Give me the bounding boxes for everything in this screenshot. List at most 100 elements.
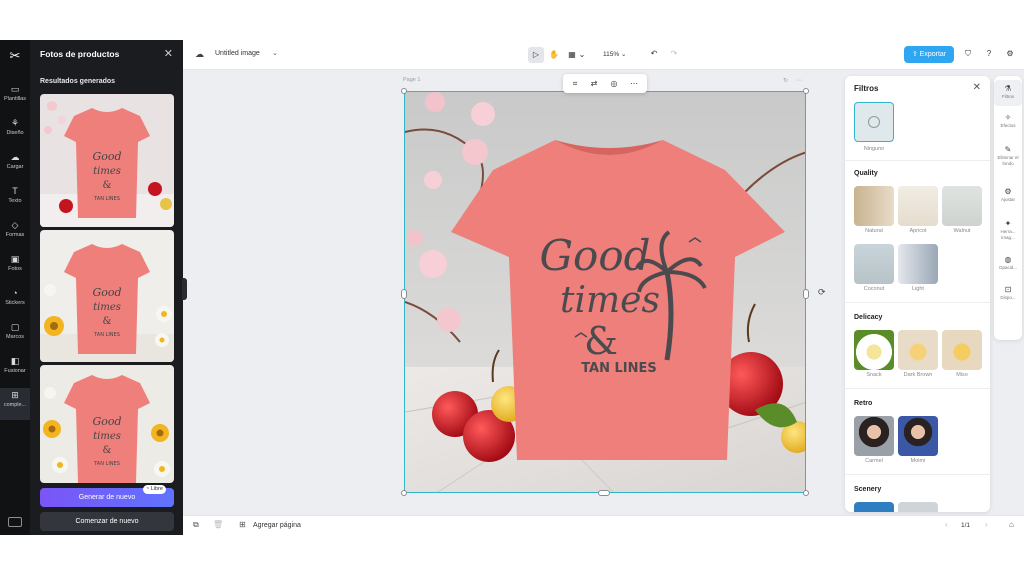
help-icon[interactable]: ? <box>983 48 995 60</box>
frame-icon: ▢ <box>10 322 20 332</box>
filter-light[interactable] <box>898 244 938 284</box>
zoom-value: 115% <box>603 51 620 58</box>
filter-carmel[interactable] <box>854 416 894 456</box>
result-thumbnail-3[interactable]: Good times & TAN LINES <box>40 365 174 483</box>
chevron-down-icon[interactable]: ⌄ <box>272 49 278 57</box>
tool-opacity[interactable]: ◍ Opacid... <box>994 254 1022 271</box>
rail-item-plantillas[interactable]: ▭ Plantillas <box>0 82 30 114</box>
close-icon[interactable]: ✕ <box>973 82 981 93</box>
svg-text:&: & <box>103 316 112 327</box>
filter-scenery-2[interactable] <box>898 502 938 512</box>
filter-walnut[interactable] <box>942 186 982 226</box>
add-page-icon[interactable]: ⊞ <box>239 520 246 529</box>
thumb-3-image: Good times & TAN LINES <box>40 365 174 483</box>
rail-item-fusionar[interactable]: ◧ Fusionar <box>0 354 30 386</box>
shield-icon[interactable]: ⛉ <box>962 48 974 60</box>
divider <box>845 474 990 475</box>
delete-icon[interactable]: 🗑 <box>213 520 223 529</box>
crop-icon[interactable]: ⌗ <box>568 77 582 90</box>
resize-handle-bottom[interactable] <box>598 490 610 496</box>
page-more-icon[interactable]: ⋯ <box>796 77 802 84</box>
filter-label: Natural <box>865 228 883 234</box>
rail-item-formas[interactable]: ◇ Formas <box>0 218 30 250</box>
top-toolbar: ☁ Untitled image ⌄ ▷ ✋ ▦ ⌄ 115% ⌄ ↶ ↷ ⇪ … <box>183 40 1024 70</box>
rail-item-stickers[interactable]: ◔ Stickers <box>0 286 30 318</box>
magic-icon: ✦ <box>1004 219 1012 228</box>
resize-handle-right[interactable] <box>803 289 809 299</box>
rail-label: Marcos <box>5 334 25 340</box>
hand-pan-icon[interactable]: ✋ <box>546 47 562 63</box>
divider <box>845 160 990 161</box>
start-over-button[interactable]: Comenzar de nuevo <box>40 512 174 531</box>
settings-gear-icon[interactable]: ⚙ <box>1004 48 1016 60</box>
filter-label: Apricot <box>909 228 927 234</box>
tool-remove-background[interactable]: ✎ Eliminar el fondo <box>994 144 1022 167</box>
select-pointer-icon[interactable]: ▷ <box>528 47 544 63</box>
filter-miso[interactable] <box>942 330 982 370</box>
filter-dark-brown[interactable] <box>898 330 938 370</box>
tool-image-tools[interactable]: ✦ Herra... imag... <box>994 218 1022 241</box>
result-thumbnail-2[interactable]: Good times & TAN LINES <box>40 230 174 362</box>
resize-handle-left[interactable] <box>401 289 407 299</box>
filter-coconut[interactable] <box>854 244 894 284</box>
more-options-icon[interactable]: ⋯ <box>627 77 641 90</box>
page-refresh-icon[interactable]: ↻ <box>783 77 788 84</box>
expand-icon[interactable]: ⌂ <box>1009 520 1014 529</box>
rail-item-marcos[interactable]: ▢ Marcos <box>0 320 30 352</box>
redo-icon[interactable]: ↷ <box>668 48 680 60</box>
resize-handle-br[interactable] <box>803 490 809 496</box>
filter-scenery-1[interactable] <box>854 502 894 512</box>
resize-handle-tr[interactable] <box>803 88 809 94</box>
add-page-button[interactable]: Agregar página <box>253 522 301 529</box>
prev-page-icon[interactable]: ‹ <box>945 520 948 529</box>
rail-label: comple... <box>3 402 27 408</box>
svg-text:TAN LINES: TAN LINES <box>93 332 120 338</box>
zoom-level[interactable]: 115% ⌄ <box>603 50 626 58</box>
page-count: 1/1 <box>961 522 971 529</box>
filter-none-label: Ninguno <box>863 146 885 152</box>
undo-icon[interactable]: ↶ <box>648 48 660 60</box>
document-title[interactable]: Untitled image <box>215 50 260 57</box>
ai-tools-icon[interactable]: ◎ <box>607 77 621 90</box>
rail-label: Cargar <box>6 164 24 170</box>
replace-image-icon[interactable]: ⇄ <box>587 77 601 90</box>
rail-item-texto[interactable]: T Texto <box>0 184 30 216</box>
rail-item-cargar[interactable]: ☁ Cargar <box>0 150 30 182</box>
tool-ajustar[interactable]: ⚙ Ajustar <box>994 186 1022 203</box>
result-thumbnail-1[interactable]: Good times & TAN LINES <box>40 94 174 227</box>
cloud-save-icon[interactable]: ☁ <box>195 49 204 60</box>
opacity-icon: ◍ <box>1004 255 1012 264</box>
shapes-icon: ◇ <box>11 220 19 230</box>
resize-handle-bl[interactable] <box>401 490 407 496</box>
filter-none[interactable] <box>854 102 894 142</box>
export-button[interactable]: ⇪ Exportar <box>904 46 954 63</box>
filter-moimi[interactable] <box>898 416 938 456</box>
capcut-logo-icon[interactable]: ✂ <box>5 48 25 63</box>
chevron-down-icon[interactable]: ⌄ <box>578 47 586 63</box>
rail-label: Formas <box>5 232 25 238</box>
design-canvas[interactable]: Good times & TAN LINES <box>404 91 806 493</box>
next-page-icon[interactable]: › <box>985 520 988 529</box>
rail-item-diseno[interactable]: ⚘ Diseño <box>0 116 30 148</box>
layers-icon[interactable]: ⧉ <box>193 520 199 530</box>
filter-natural[interactable] <box>854 186 894 226</box>
filter-snack[interactable] <box>854 330 894 370</box>
close-icon[interactable]: ✕ <box>164 47 173 60</box>
svg-text:Good: Good <box>92 415 121 428</box>
generate-again-button[interactable]: Generar de nuevo ◔ Libre <box>40 485 174 507</box>
rotate-icon[interactable]: ⟳ <box>818 287 826 298</box>
rail-item-complementos[interactable]: ⊞ comple... <box>0 388 30 420</box>
panel-collapse-handle[interactable] <box>182 278 187 300</box>
rail-label: Fusionar <box>4 368 26 374</box>
keyboard-icon[interactable] <box>8 517 22 527</box>
resize-handle-tl[interactable] <box>401 88 407 94</box>
svg-text:times: times <box>93 431 121 442</box>
rail-label: Plantillas <box>3 96 26 102</box>
svg-text:TAN LINES: TAN LINES <box>93 461 120 467</box>
rail-item-fotos[interactable]: ▣ Fotos <box>0 252 30 284</box>
svg-text:Good: Good <box>92 150 121 163</box>
tool-filtros[interactable]: ⚗ Filtros <box>994 80 1022 106</box>
tool-efectos[interactable]: ✧ Efectos <box>994 112 1022 129</box>
tool-arrange[interactable]: ⊡ Dispo... <box>994 284 1022 301</box>
filter-apricot[interactable] <box>898 186 938 226</box>
